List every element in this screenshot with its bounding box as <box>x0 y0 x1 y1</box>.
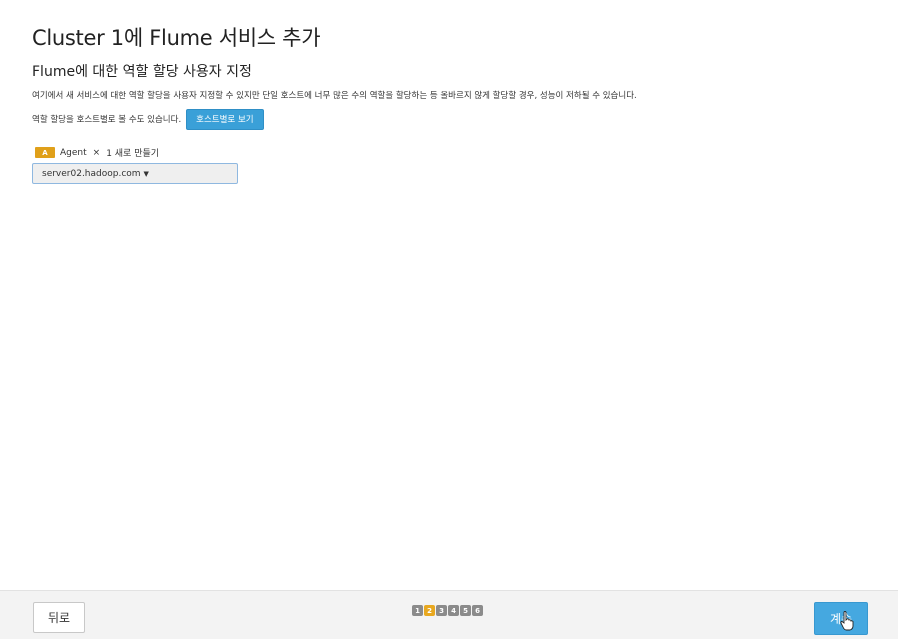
host-select-value: server02.hadoop.com <box>42 168 141 179</box>
step-4: 4 <box>448 605 459 616</box>
step-6: 6 <box>472 605 483 616</box>
host-select-dropdown[interactable]: server02.hadoop.com ▼ <box>32 163 238 184</box>
role-count-label: 1 새로 만들기 <box>106 149 160 159</box>
role-name: Agent <box>60 147 87 158</box>
hand-pointer-cursor-icon <box>840 611 854 631</box>
footer-bar: 뒤로 1 2 3 4 5 6 계속 <box>0 590 898 639</box>
step-5: 5 <box>460 605 471 616</box>
view-by-host-row: 역할 할당을 호스트별로 볼 수도 있습니다. 호스트별로 보기 <box>32 108 264 130</box>
view-by-host-text: 역할 할당을 호스트별로 볼 수도 있습니다. <box>32 115 182 125</box>
role-separator: × <box>92 147 101 158</box>
step-3: 3 <box>436 605 447 616</box>
caret-down-icon: ▼ <box>143 169 149 178</box>
agent-role-badge-icon: A <box>35 147 55 158</box>
step-1: 1 <box>412 605 423 616</box>
section-title: Flume에 대한 역할 할당 사용자 지정 <box>32 64 252 80</box>
step-indicator: 1 2 3 4 5 6 <box>412 605 483 616</box>
back-button[interactable]: 뒤로 <box>33 602 85 633</box>
view-by-host-button[interactable]: 호스트별로 보기 <box>186 108 264 130</box>
description-text: 여기에서 새 서비스에 대한 역할 할당을 사용자 지정할 수 있지만 단일 호… <box>32 91 637 101</box>
page-title: Cluster 1에 Flume 서비스 추가 <box>32 26 321 50</box>
step-2-active: 2 <box>424 605 435 616</box>
role-row: A Agent × 1 새로 만들기 <box>35 146 159 159</box>
